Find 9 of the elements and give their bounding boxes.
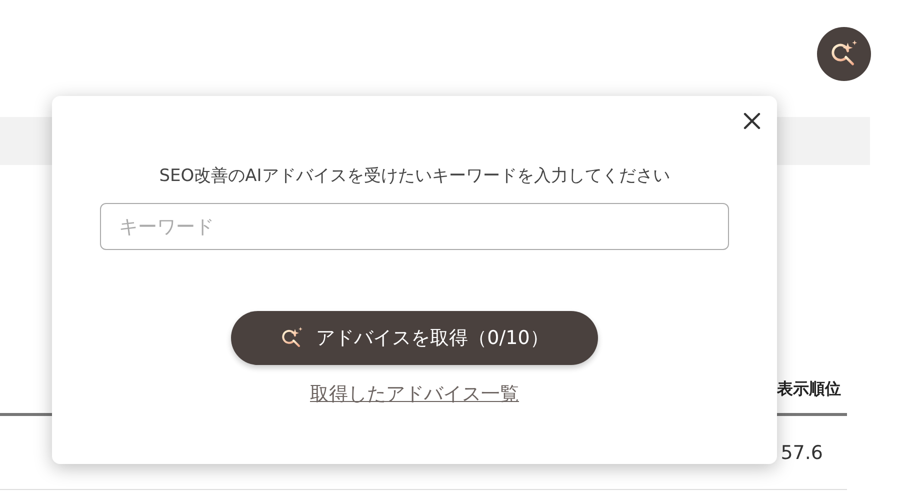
advice-history-link[interactable]: 取得したアドバイス一覧 <box>310 381 519 407</box>
keyword-field[interactable]: キーワード <box>100 203 729 250</box>
ai-search-button[interactable] <box>817 27 871 81</box>
keyword-prompt: SEO改善のAIアドバイスを受けたいキーワードを入力してください <box>159 165 670 187</box>
column-header: 表示順位 <box>777 378 842 400</box>
get-advice-button[interactable]: アドバイスを取得（0/10） <box>231 311 598 365</box>
close-icon <box>743 112 761 130</box>
magnifier-sparkle-icon <box>280 326 304 350</box>
table-cell-text: 57.6 <box>780 442 824 464</box>
